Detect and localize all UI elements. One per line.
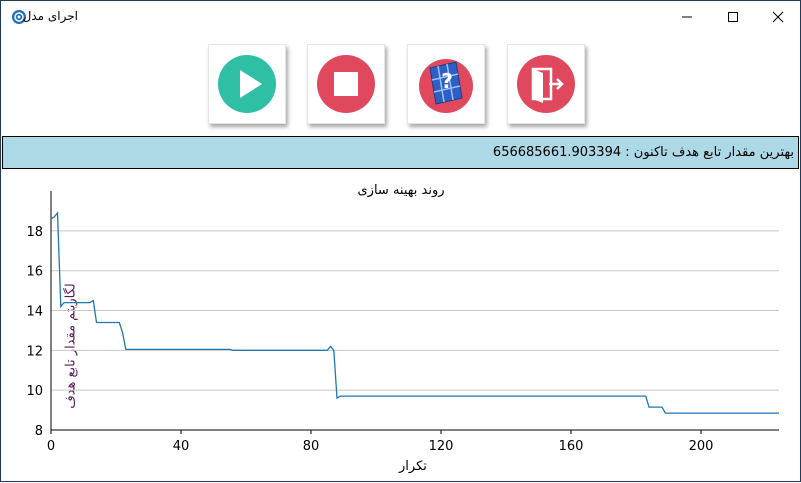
y-tick-label: 10 — [26, 384, 43, 399]
help-button[interactable]: ? — [407, 44, 485, 124]
y-tick-label: 16 — [26, 265, 43, 280]
y-tick-label: 14 — [26, 305, 43, 320]
series-line — [50, 211, 779, 414]
x-tick-label: 160 — [559, 439, 584, 454]
y-tick-label: 12 — [26, 344, 43, 359]
run-button[interactable] — [208, 44, 286, 124]
app-window: اجرای مدل ? بهترین مقدار تابع هدف تاکنون… — [0, 0, 801, 482]
play-icon — [218, 55, 276, 113]
x-tick-label: 80 — [303, 439, 320, 454]
x-tick-label: 0 — [47, 439, 55, 454]
best-objective-text: بهترین مقدار تابع هدف تاکنون : 656685661… — [492, 145, 794, 160]
svg-text:?: ? — [441, 69, 453, 93]
optimization-chart: 8 10 12 14 16 18 0 40 80 120 160 200 — [26, 191, 779, 454]
stop-button[interactable] — [307, 44, 385, 124]
x-tick-label: 200 — [689, 439, 714, 454]
help-cube-icon: ? — [419, 59, 473, 113]
best-objective-status-bar: بهترین مقدار تابع هدف تاکنون : 656685661… — [2, 136, 799, 169]
maximize-button[interactable] — [710, 1, 756, 32]
window-title: اجرای مدل — [22, 9, 78, 23]
title-bar: اجرای مدل — [1, 1, 800, 32]
stop-icon — [317, 55, 375, 113]
x-tick-label: 120 — [429, 439, 454, 454]
x-tick-label: 40 — [173, 439, 190, 454]
exit-door-icon — [517, 55, 575, 113]
exit-button[interactable] — [507, 44, 585, 124]
close-button[interactable] — [755, 1, 801, 32]
minimize-button[interactable] — [664, 1, 710, 32]
y-tick-label: 8 — [35, 424, 43, 439]
y-tick-label: 18 — [26, 225, 43, 240]
